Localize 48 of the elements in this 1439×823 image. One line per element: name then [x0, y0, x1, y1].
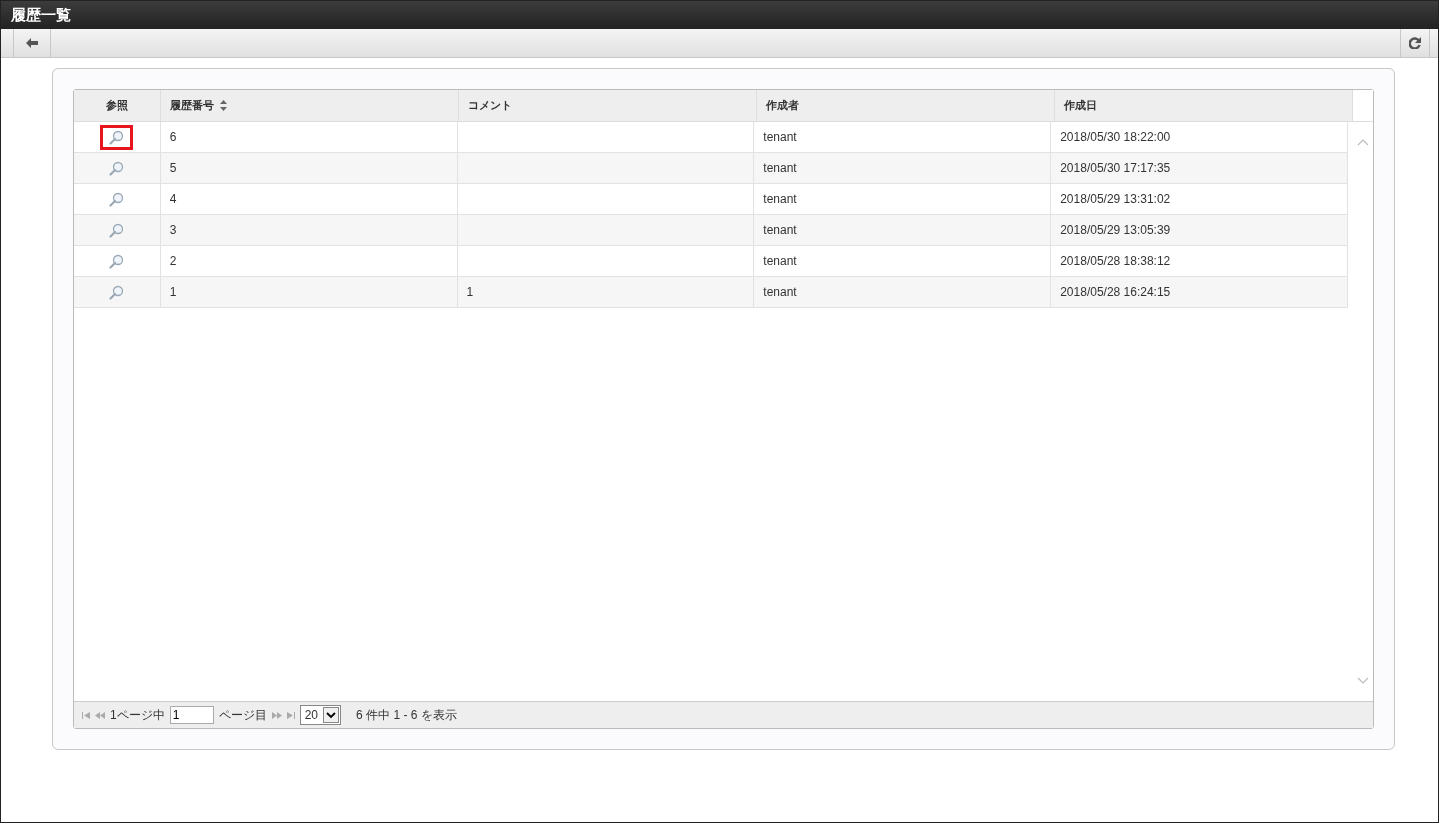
sort-icon[interactable] — [220, 100, 227, 111]
column-header: コメント — [459, 90, 757, 121]
table-cell: 1 — [160, 277, 458, 307]
column-header: 作成者 — [757, 90, 1055, 121]
table-cell: 2018/05/30 17:17:35 — [1051, 153, 1349, 183]
chevron-down-icon — [326, 711, 337, 719]
next-page-icon[interactable] — [271, 711, 282, 719]
table-cell: 2018/05/29 13:31:02 — [1051, 184, 1349, 214]
table-cell: 2018/05/28 16:24:15 — [1051, 277, 1349, 307]
refresh-icon — [1409, 37, 1421, 49]
page-suffix-label: ページ目 — [218, 706, 267, 724]
table-cell: 2 — [160, 246, 458, 276]
magnifier-icon — [109, 129, 125, 145]
table-cell: 2018/05/28 18:38:12 — [1051, 246, 1349, 276]
table-cell: 1 — [457, 277, 755, 307]
magnifier-icon — [109, 222, 125, 238]
page-size-dropdown[interactable]: 20 — [299, 705, 342, 725]
first-page-icon[interactable] — [82, 711, 90, 719]
column-header[interactable]: 履歴番号 — [161, 90, 459, 121]
magnifier-icon — [109, 284, 125, 300]
table-cell: tenant — [754, 215, 1052, 245]
table-cell: 2018/05/29 13:05:39 — [1051, 215, 1349, 245]
table-cell: tenant — [754, 122, 1052, 152]
table-cell: tenant — [754, 184, 1052, 214]
magnifier-icon — [109, 191, 125, 207]
back-button[interactable] — [13, 29, 51, 57]
last-page-icon[interactable] — [286, 711, 295, 719]
previous-page-icon[interactable] — [95, 711, 105, 719]
table-cell: tenant — [754, 246, 1052, 276]
left-arrow-icon — [26, 38, 38, 48]
view-button[interactable] — [100, 124, 134, 150]
page-count-label: 1ページ中 — [110, 706, 165, 724]
column-header: 参照 — [74, 90, 161, 121]
table-cell: tenant — [754, 277, 1052, 307]
table-cell: 4 — [160, 184, 458, 214]
table-cell: tenant — [754, 153, 1052, 183]
magnifier-icon — [109, 160, 125, 176]
table-cell: 6 — [160, 122, 458, 152]
magnifier-icon — [109, 253, 125, 269]
table-cell: 2018/05/30 18:22:00 — [1051, 122, 1349, 152]
record-summary: 6 件中 1 - 6 を表示 — [356, 706, 457, 724]
table-cell: 3 — [160, 215, 458, 245]
page-number-field[interactable]: 1 — [169, 706, 214, 724]
table-cell: 5 — [160, 153, 458, 183]
refresh-button[interactable] — [1400, 29, 1430, 57]
scroll-down-icon — [1356, 677, 1369, 685]
scroll-up-icon — [1356, 138, 1369, 146]
window-title: 履歴一覧 — [11, 5, 71, 25]
